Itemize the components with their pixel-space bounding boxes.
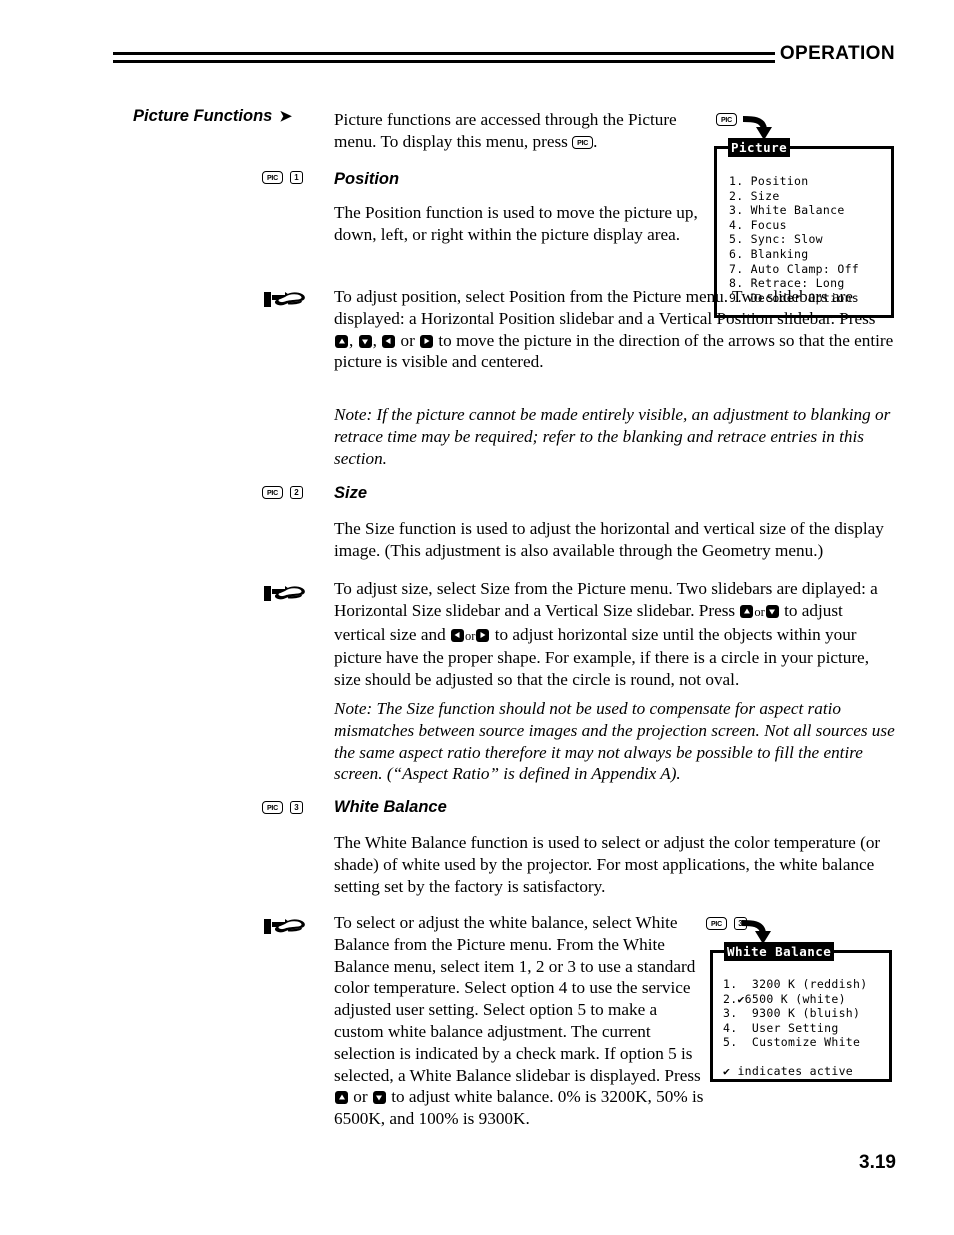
size-heading: Size bbox=[334, 484, 368, 502]
page-header: OPERATION bbox=[113, 43, 895, 88]
white-balance-osd-menu: White Balance 1. 3200 K (reddish) 2.✔650… bbox=[710, 942, 892, 1082]
size-key-hint: PIC 2 bbox=[262, 486, 303, 499]
white-balance-heading: White Balance bbox=[334, 798, 447, 816]
number-key-1-icon: 1 bbox=[290, 171, 303, 184]
white-balance-osd-item[interactable]: 1. 3200 K (reddish) bbox=[723, 977, 889, 992]
white-balance-osd-list: 1. 3200 K (reddish) 2.✔6500 K (white) 3.… bbox=[723, 977, 889, 1050]
section-heading: Picture Functions ➤ bbox=[133, 107, 348, 126]
up-arrow-key-icon bbox=[335, 334, 348, 348]
intro-paragraph: Picture functions are accessed through t… bbox=[334, 110, 677, 151]
position-instruction-text-1: To adjust position, select Position from… bbox=[334, 287, 876, 328]
size-body: The Size function is used to adjust the … bbox=[334, 518, 896, 562]
intro-text: Picture functions are accessed through t… bbox=[334, 110, 677, 151]
white-balance-instruction-text-2: or bbox=[349, 1087, 372, 1107]
or-label: or bbox=[464, 628, 476, 643]
picture-osd-title: Picture bbox=[728, 138, 791, 157]
page-header-title: OPERATION bbox=[779, 43, 895, 64]
position-note-text: Note: If the picture cannot be made enti… bbox=[334, 405, 891, 468]
pic-key-icon: PIC bbox=[262, 801, 283, 814]
white-balance-instruction-text-3: to adjust white balance. 0% is 3200K, 50… bbox=[334, 1087, 704, 1129]
page-number: 3.19 bbox=[859, 1152, 896, 1173]
size-instruction: To adjust size, select Size from the Pic… bbox=[334, 578, 896, 691]
picture-menu-key-hint: PIC bbox=[716, 113, 737, 126]
size-note: Note: The Size function should not be us… bbox=[334, 698, 896, 785]
position-key-hint: PIC 1 bbox=[262, 171, 303, 184]
pic-key-icon: PIC bbox=[572, 136, 594, 150]
size-body-text: The Size function is used to adjust the … bbox=[334, 519, 884, 560]
position-body: The Position function is used to move th… bbox=[334, 202, 704, 246]
position-instruction: To adjust position, select Position from… bbox=[334, 286, 894, 373]
picture-osd-item[interactable]: 3. White Balance bbox=[729, 203, 891, 218]
down-arrow-key-icon bbox=[358, 334, 372, 348]
picture-osd-item[interactable]: 1. Position bbox=[729, 174, 891, 189]
pointing-hand-icon bbox=[264, 586, 305, 601]
white-balance-osd-title: White Balance bbox=[724, 942, 835, 961]
pic-key-icon: PIC bbox=[706, 917, 727, 930]
left-arrow-key-icon bbox=[382, 334, 396, 348]
number-key-2-icon: 2 bbox=[290, 486, 303, 499]
size-note-text: Note: The Size function should not be us… bbox=[334, 699, 895, 784]
pic-key-icon: PIC bbox=[262, 171, 283, 184]
white-balance-instruction-text-1: To select or adjust the white balance, s… bbox=[334, 913, 701, 1085]
up-arrow-key-icon bbox=[740, 604, 754, 618]
position-instruction-text-4: or bbox=[396, 330, 420, 350]
number-key-3-icon: 3 bbox=[290, 801, 303, 814]
white-balance-osd-footer: ✔ indicates active bbox=[723, 1063, 854, 1078]
picture-osd-item[interactable]: 7. Auto Clamp: Off bbox=[729, 262, 891, 277]
white-balance-osd-item[interactable]: 3. 9300 K (bluish) bbox=[723, 1006, 889, 1021]
white-balance-body-text: The White Balance function is used to se… bbox=[334, 833, 881, 896]
or-label: or bbox=[754, 604, 765, 619]
pointing-hand-icon bbox=[264, 292, 305, 307]
picture-osd-item[interactable]: 6. Blanking bbox=[729, 247, 891, 262]
pointing-hand-icon bbox=[264, 919, 305, 934]
up-arrow-key-icon bbox=[335, 1091, 348, 1105]
white-balance-osd-item[interactable]: 2.✔6500 K (white) bbox=[723, 992, 889, 1007]
picture-osd-item[interactable]: 2. Size bbox=[729, 189, 891, 204]
white-balance-body: The White Balance function is used to se… bbox=[334, 832, 896, 897]
right-arrow-key-icon bbox=[476, 628, 490, 642]
right-arrow-key-icon bbox=[420, 334, 434, 348]
down-arrow-key-icon bbox=[372, 1091, 386, 1105]
header-rule-bottom bbox=[113, 60, 775, 63]
white-balance-osd-item[interactable]: 4. User Setting bbox=[723, 1021, 889, 1036]
position-instruction-text-3: , bbox=[372, 330, 382, 350]
picture-osd-item[interactable]: 5. Sync: Slow bbox=[729, 232, 891, 247]
header-rule-top bbox=[113, 52, 775, 55]
section-heading-label: Picture Functions bbox=[133, 107, 273, 125]
position-heading: Position bbox=[334, 170, 400, 188]
down-arrow-key-icon bbox=[765, 604, 779, 618]
white-balance-instruction: To select or adjust the white balance, s… bbox=[334, 912, 706, 1130]
white-balance-key-hint: PIC 3 bbox=[262, 801, 303, 814]
white-balance-osd-item[interactable]: 5. Customize White bbox=[723, 1035, 889, 1050]
position-note: Note: If the picture cannot be made enti… bbox=[334, 404, 894, 469]
pic-key-icon: PIC bbox=[262, 486, 283, 499]
pic-key-icon: PIC bbox=[716, 113, 737, 126]
picture-osd-item[interactable]: 4. Focus bbox=[729, 218, 891, 233]
position-body-text: The Position function is used to move th… bbox=[334, 203, 698, 244]
section-heading-arrow-icon: ➤ bbox=[279, 108, 292, 125]
position-instruction-text-2: , bbox=[349, 330, 358, 350]
left-arrow-key-icon bbox=[450, 628, 464, 642]
